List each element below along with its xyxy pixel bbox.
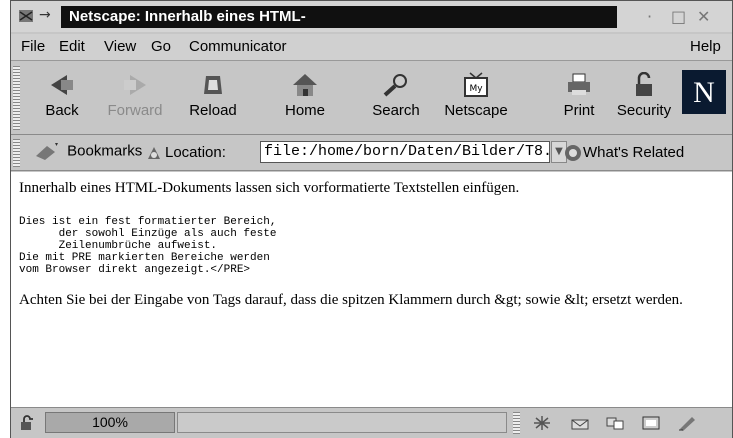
location-label: Location: bbox=[165, 144, 226, 161]
location-url-input[interactable]: file:/home/born/Daten/Bilder/T8. bbox=[260, 141, 550, 163]
back-button[interactable]: Back bbox=[27, 68, 97, 128]
location-toolbar: Bookmarks Location: file:/home/born/Date… bbox=[11, 136, 732, 171]
close-icon[interactable]: ✕ bbox=[697, 7, 710, 26]
security-button[interactable]: Security bbox=[613, 68, 675, 128]
security-label: Security bbox=[616, 102, 672, 119]
menu-help[interactable]: Help bbox=[690, 38, 721, 55]
progress-indicator: 100% bbox=[45, 412, 175, 433]
navigation-toolbar: Back Forward Reload Home Search My Netsc… bbox=[11, 62, 732, 135]
back-label: Back bbox=[45, 102, 79, 119]
pin-icon[interactable]: → bbox=[39, 7, 51, 23]
netscape-label: Netscape bbox=[444, 102, 508, 119]
search-icon bbox=[383, 74, 407, 97]
whats-related-button[interactable]: What's Related bbox=[583, 144, 684, 161]
status-message-area bbox=[177, 412, 507, 433]
bookmarks-button[interactable]: Bookmarks bbox=[33, 140, 142, 166]
reload-label: Reload bbox=[189, 102, 237, 119]
menu-bar: File Edit View Go Communicator Help bbox=[11, 34, 732, 61]
component-bar-grip[interactable] bbox=[513, 412, 520, 434]
whats-related-icon[interactable] bbox=[563, 142, 583, 164]
svg-text:My: My bbox=[469, 84, 483, 94]
home-button[interactable]: Home bbox=[270, 68, 340, 128]
home-icon bbox=[293, 74, 317, 96]
page-content: Innerhalb eines HTML-Dokuments lassen si… bbox=[11, 172, 732, 407]
reload-icon bbox=[204, 76, 222, 94]
menu-view[interactable]: View bbox=[104, 38, 136, 55]
window-title-box: Netscape: Innerhalb eines HTML- bbox=[61, 6, 617, 28]
netscape-channel-icon: My bbox=[464, 72, 488, 97]
print-button[interactable]: Print bbox=[544, 68, 614, 128]
composer-component-icon[interactable] bbox=[677, 415, 697, 431]
security-status-icon[interactable] bbox=[19, 415, 35, 431]
back-arrow-icon bbox=[51, 75, 73, 95]
maximize-icon[interactable]: □ bbox=[671, 7, 686, 26]
printer-icon bbox=[568, 73, 590, 95]
print-label: Print bbox=[563, 102, 595, 119]
forward-arrow-icon bbox=[124, 75, 146, 95]
browser-window: → Netscape: Innerhalb eines HTML- · □ ✕ … bbox=[10, 0, 733, 438]
security-lock-icon bbox=[636, 72, 652, 96]
app-menu-icon[interactable] bbox=[18, 9, 34, 23]
title-bar[interactable]: → Netscape: Innerhalb eines HTML- · □ ✕ bbox=[11, 1, 732, 32]
address-book-component-icon[interactable] bbox=[641, 415, 661, 431]
bookmarks-label: Bookmarks bbox=[67, 142, 143, 160]
bookmarks-icon bbox=[36, 143, 58, 160]
search-button[interactable]: Search bbox=[361, 68, 431, 128]
mail-component-icon[interactable] bbox=[570, 415, 590, 431]
newsgroups-component-icon[interactable] bbox=[605, 415, 625, 431]
intro-paragraph: Innerhalb eines HTML-Dokuments lassen si… bbox=[19, 180, 520, 196]
window-title: Netscape: Innerhalb eines HTML- bbox=[69, 8, 306, 25]
forward-label: Forward bbox=[107, 102, 163, 119]
home-label: Home bbox=[284, 102, 325, 119]
note-paragraph: Achten Sie bei der Eingabe von Tags dara… bbox=[19, 292, 683, 308]
location-grip[interactable] bbox=[13, 139, 20, 167]
netscape-logo[interactable]: N bbox=[682, 70, 726, 114]
toolbar-grip[interactable] bbox=[13, 66, 20, 130]
navigator-component-icon[interactable] bbox=[532, 415, 552, 431]
menu-go[interactable]: Go bbox=[151, 38, 171, 55]
menu-edit[interactable]: Edit bbox=[59, 38, 85, 55]
menu-file[interactable]: File bbox=[21, 38, 45, 55]
netscape-button[interactable]: My Netscape bbox=[435, 68, 517, 128]
minimize-icon[interactable]: · bbox=[647, 7, 652, 26]
status-bar: 100% bbox=[11, 407, 732, 438]
search-label: Search bbox=[372, 102, 420, 119]
menu-communicator[interactable]: Communicator bbox=[189, 38, 287, 55]
forward-button[interactable]: Forward bbox=[100, 68, 170, 128]
location-proxy-icon[interactable] bbox=[145, 144, 163, 162]
reload-button[interactable]: Reload bbox=[178, 68, 248, 128]
preformatted-block: Dies ist ein fest formatierter Bereich, … bbox=[19, 216, 277, 276]
